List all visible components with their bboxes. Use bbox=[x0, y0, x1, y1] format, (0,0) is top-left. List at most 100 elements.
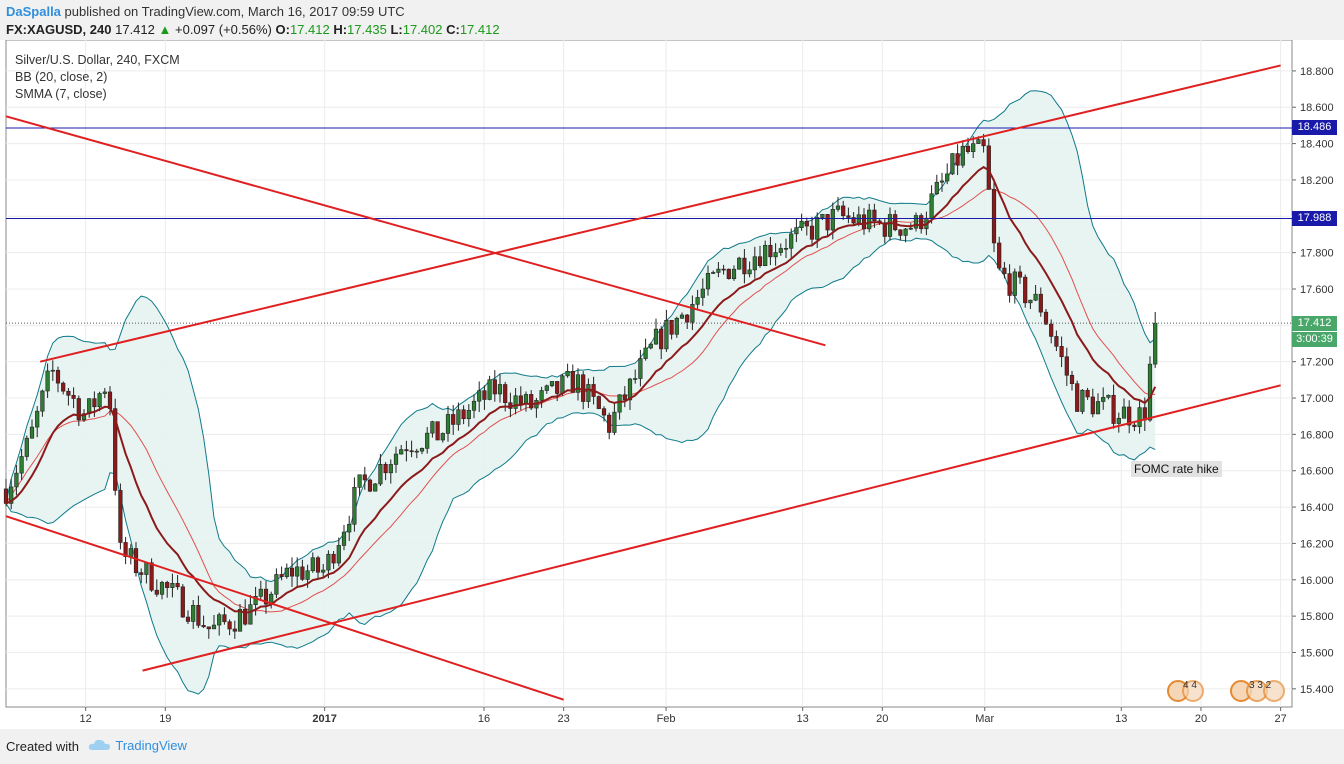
candle-body bbox=[653, 328, 659, 345]
candle-body bbox=[794, 227, 799, 235]
candle-body bbox=[211, 624, 217, 630]
candle-body bbox=[555, 381, 560, 394]
candle-body bbox=[643, 347, 648, 359]
candle-body bbox=[965, 145, 971, 152]
last-price: 17.412 bbox=[115, 22, 155, 37]
candle-body bbox=[471, 400, 477, 411]
candle bbox=[118, 483, 123, 550]
candle-body bbox=[300, 566, 305, 580]
candle-body bbox=[497, 384, 503, 395]
candle bbox=[113, 398, 118, 496]
candle-body bbox=[284, 567, 289, 577]
candle-body bbox=[409, 450, 414, 453]
candle-body bbox=[503, 384, 508, 404]
candle-body bbox=[929, 193, 934, 219]
x-tick-label: 13 bbox=[1115, 713, 1127, 725]
y-tick-label: 18.800 bbox=[1300, 66, 1334, 78]
x-tick-label: 16 bbox=[478, 713, 490, 725]
candle-body bbox=[1049, 323, 1054, 337]
candle bbox=[726, 268, 731, 280]
bar-countdown-label: 3:00:39 bbox=[1292, 332, 1337, 348]
candle bbox=[737, 256, 742, 270]
candle-body bbox=[180, 586, 185, 618]
events-flag-icon[interactable]: 3 3 2 bbox=[1230, 680, 1290, 702]
y-tick-label: 17.000 bbox=[1300, 393, 1334, 405]
candle-body bbox=[861, 214, 867, 230]
candle-body bbox=[97, 393, 102, 408]
y-tick-label: 18.200 bbox=[1300, 175, 1334, 187]
instrument-title: Silver/U.S. Dollar, 240, FXCM bbox=[15, 53, 180, 67]
candle-body bbox=[757, 256, 763, 266]
y-tick-label: 16.200 bbox=[1300, 538, 1334, 550]
symbol-label: FX:XAGUSD, 240 bbox=[6, 22, 112, 37]
candle-body bbox=[607, 414, 612, 433]
candle-body bbox=[622, 394, 627, 401]
candle bbox=[487, 375, 492, 401]
candle-body bbox=[830, 209, 835, 231]
candle-body bbox=[29, 426, 35, 439]
events-flag-icon[interactable]: 4 4 bbox=[1167, 680, 1213, 702]
candle-body bbox=[981, 139, 986, 147]
y-tick-label: 16.000 bbox=[1300, 575, 1334, 587]
candle-body bbox=[331, 553, 336, 564]
candle-body bbox=[191, 605, 196, 622]
candle-body bbox=[700, 288, 705, 298]
candle-body bbox=[310, 557, 315, 572]
candle-body bbox=[991, 189, 997, 244]
author-name[interactable]: DaSpalla bbox=[6, 4, 61, 19]
candle bbox=[1147, 356, 1153, 422]
candle-body bbox=[695, 297, 700, 305]
candle bbox=[991, 178, 997, 253]
candle-body bbox=[581, 374, 586, 402]
y-tick-label: 18.400 bbox=[1300, 139, 1334, 151]
close-label: C: bbox=[446, 22, 460, 37]
candle-body bbox=[19, 456, 24, 474]
candle-body bbox=[1075, 383, 1080, 412]
candle-body bbox=[378, 463, 383, 485]
smma-legend[interactable]: SMMA (7, close) bbox=[15, 86, 180, 103]
candle-body bbox=[50, 369, 55, 372]
candle-body bbox=[435, 421, 440, 441]
y-tick-label: 15.400 bbox=[1300, 684, 1334, 696]
candle-body bbox=[154, 589, 159, 595]
candle-body bbox=[976, 139, 981, 144]
candle-body bbox=[128, 548, 133, 557]
candle-body bbox=[487, 379, 492, 400]
candle-body bbox=[887, 214, 893, 237]
candle-body bbox=[477, 390, 482, 402]
candle-body bbox=[945, 173, 950, 182]
fomc-annotation[interactable]: FOMC rate hike bbox=[1131, 461, 1222, 477]
candle-body bbox=[867, 209, 872, 230]
candle-body bbox=[1059, 346, 1064, 358]
cloud-icon bbox=[88, 739, 110, 750]
last-price-label: 17.412 bbox=[1292, 315, 1337, 331]
candle-body bbox=[815, 217, 820, 240]
candle-body bbox=[960, 145, 965, 166]
y-tick-label: 17.600 bbox=[1300, 284, 1334, 296]
candle-body bbox=[664, 319, 669, 350]
x-tick-label: 20 bbox=[876, 713, 888, 725]
candle bbox=[1075, 380, 1080, 412]
candle bbox=[596, 395, 601, 410]
candle-body bbox=[872, 209, 877, 222]
chart-legend: Silver/U.S. Dollar, 240, FXCM BB (20, cl… bbox=[15, 52, 180, 103]
candle-body bbox=[669, 319, 674, 335]
open-label: O: bbox=[275, 22, 290, 37]
candle-body bbox=[373, 483, 378, 492]
candle-body bbox=[799, 220, 804, 228]
footer: Created with TradingView bbox=[0, 729, 1344, 764]
candle-body bbox=[393, 453, 399, 465]
candle-body bbox=[825, 214, 830, 231]
candle-body bbox=[1033, 293, 1038, 301]
candle-body bbox=[133, 548, 139, 573]
tradingview-brand: TradingView bbox=[115, 738, 187, 753]
tradingview-logo[interactable]: TradingView bbox=[88, 738, 187, 753]
candle-body bbox=[841, 205, 846, 217]
candle-body bbox=[40, 390, 45, 412]
bb-legend[interactable]: BB (20, close, 2) bbox=[15, 69, 180, 86]
candle-body bbox=[1007, 273, 1012, 296]
price-chart[interactable]: 15.400 15.600 15.800 16.000 16.200 16.400 16.6… bbox=[0, 40, 1344, 729]
candle-body bbox=[716, 268, 721, 273]
candle-body bbox=[165, 582, 170, 588]
candle-body bbox=[24, 437, 29, 457]
